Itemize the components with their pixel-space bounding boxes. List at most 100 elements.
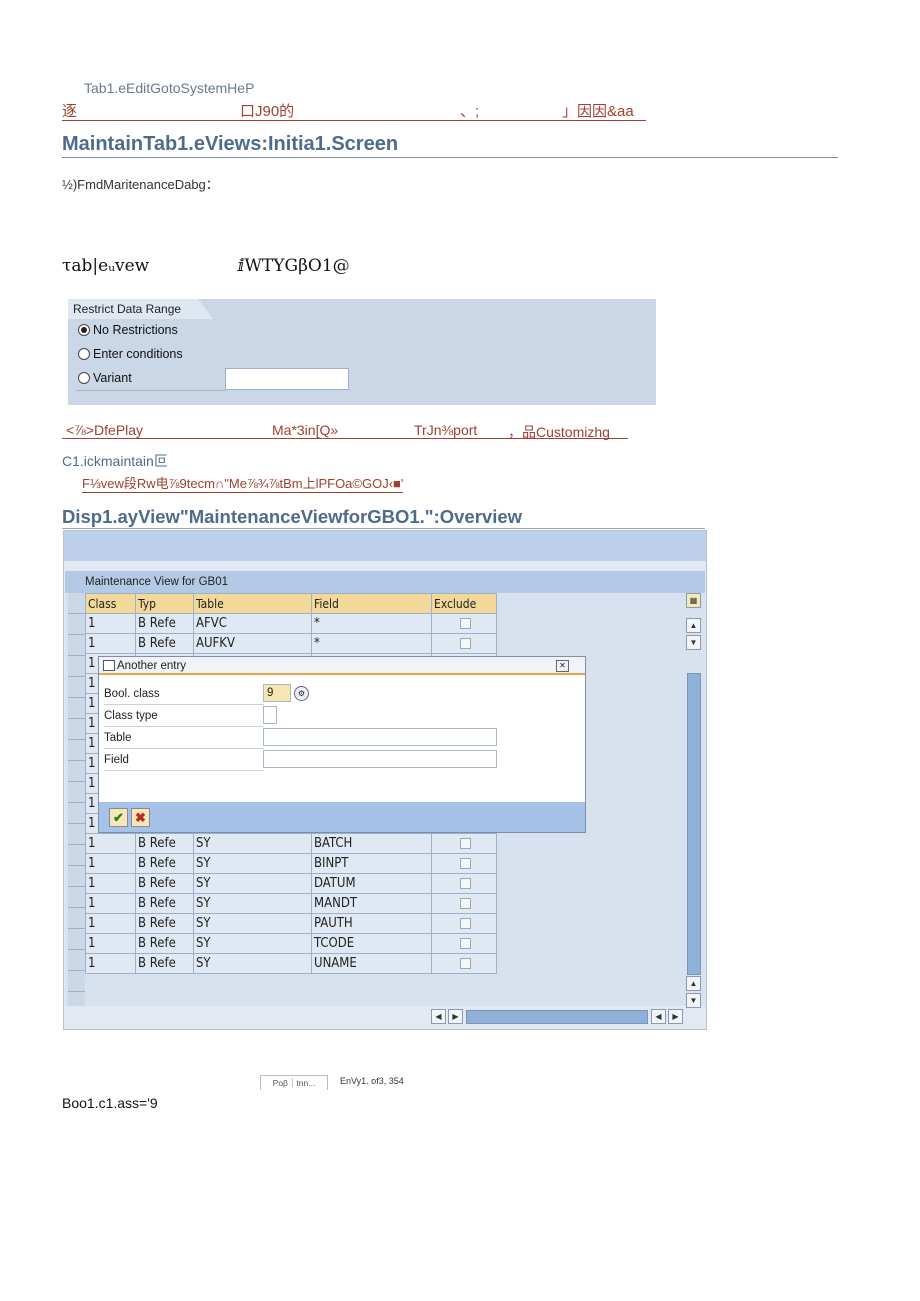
table-cell[interactable]: AFVC [193,613,312,634]
table-input[interactable] [263,728,497,746]
exclude-checkbox[interactable] [460,618,471,629]
scroll-left-icon[interactable]: ◀ [431,1009,446,1024]
table-cell[interactable]: 1 [85,633,136,654]
scroll-down-icon[interactable]: ▼ [686,993,701,1008]
table-row[interactable]: 1B Refe SY BATCH [85,833,497,854]
table-cell[interactable]: SY [193,853,312,874]
table-row[interactable]: 1B Refe AFVC * [85,613,497,634]
exclude-checkbox[interactable] [460,958,471,969]
table-cell[interactable]: TCODE [311,933,432,954]
table-row[interactable]: 1B Refe SY DATUM [85,873,497,894]
table-row[interactable]: 1B Refe SY TCODE [85,933,497,954]
value-help-icon[interactable]: ⚙ [294,686,309,701]
menu-bar[interactable]: Tab1.eEditGotoSystemHeP [84,80,254,96]
bool-class-input[interactable]: 9 [263,684,291,702]
radio-variant[interactable]: Variant [78,371,132,385]
type-cell[interactable]: B Refe [135,913,194,934]
table-cell[interactable]: 1 [85,833,136,854]
table-cell[interactable]: * [311,613,432,634]
variant-input[interactable] [225,368,349,390]
customizing-button[interactable]: ，品Customizhg [508,422,610,442]
table-row[interactable]: 1B Refe SY BINPT [85,853,497,874]
maintenance-view-screenshot: Maintenance View for GB01 Class Typ Tabl… [63,530,707,1030]
radio-no-restrictions[interactable]: No Restrictions [78,323,178,337]
table-cell[interactable]: 1 [85,873,136,894]
scroll-right-icon[interactable]: ▶ [668,1009,683,1024]
transport-button[interactable]: TrJn⅜port [414,422,477,438]
display-button[interactable]: <⅞>DfePlay [66,422,143,438]
table-cell[interactable]: SY [193,933,312,954]
exclude-checkbox[interactable] [460,878,471,889]
column-config-icon[interactable]: ▦ [686,593,701,608]
position-button[interactable]: Poβ｜tnn... [260,1075,328,1090]
scroll-down-icon[interactable]: ▼ [686,635,701,650]
table-cell[interactable]: AUFKV [193,633,312,654]
table-view-input[interactable]: ⅈWTYGβO1@ [238,256,350,276]
horizontal-scrollbar[interactable]: ◀ ▶ ◀ ▶ [431,1009,684,1025]
radio-enter-conditions[interactable]: Enter conditions [78,347,183,361]
vertical-scrollbar[interactable]: ▦ ▲ ▼ ▲ ▼ [686,593,701,1008]
class-type-input[interactable] [263,706,277,724]
scroll-left-icon[interactable]: ◀ [651,1009,666,1024]
restrict-tab[interactable]: Restrict Data Range [68,299,213,319]
confirm-check-icon[interactable]: ✔ [109,808,128,827]
table-cell[interactable]: SY [193,833,312,854]
table-cell[interactable]: 1 [85,913,136,934]
column-header[interactable]: Field [311,593,432,614]
table-cell[interactable]: SY [193,873,312,894]
row-selector-column[interactable] [68,593,85,1006]
column-header[interactable]: Class [85,593,136,614]
type-cell[interactable]: B Refe [135,893,194,914]
table-cell[interactable]: 1 [85,613,136,634]
type-cell[interactable]: B Refe [135,633,194,654]
table-view-label: τab|eᵤvew [62,256,150,276]
type-cell[interactable]: B Refe [135,613,194,634]
table-cell[interactable]: DATUM [311,873,432,894]
toolbar-mid[interactable]: 口J90的 [240,100,294,121]
toolbar-left[interactable]: 逐 [62,100,77,121]
table-row[interactable]: 1B Refe SY PAUTH [85,913,497,934]
type-cell[interactable]: B Refe [135,833,194,854]
table-cell[interactable]: * [311,633,432,654]
table-cell[interactable]: PAUTH [311,913,432,934]
table-cell[interactable]: SY [193,893,312,914]
exclude-checkbox[interactable] [460,938,471,949]
table-cell[interactable]: BINPT [311,853,432,874]
exclude-checkbox[interactable] [460,638,471,649]
field-input[interactable] [263,750,497,768]
exclude-checkbox[interactable] [460,918,471,929]
table-row[interactable]: 1B Refe AUFKV * [85,633,497,654]
cancel-x-icon[interactable]: ✖ [131,808,150,827]
table-cell[interactable]: BATCH [311,833,432,854]
type-cell[interactable]: B Refe [135,873,194,894]
fview-link[interactable]: F⅓vew段Rw电⅞9tecm∩"Me⅞¾⅞tBm上lPFOa©GOJ‹■' [82,473,404,493]
type-cell[interactable]: B Refe [135,933,194,954]
table-cell[interactable]: 1 [85,953,136,974]
table-cell[interactable]: MANDT [311,893,432,914]
table-cell[interactable]: SY [193,953,312,974]
table-row[interactable]: 1B Refe SY MANDT [85,893,497,914]
hscroll-track[interactable] [466,1010,648,1024]
scroll-track[interactable] [687,673,701,975]
column-header[interactable]: Exclude [431,593,497,614]
panel-title: Maintenance View for GB01 [65,571,705,593]
maintain-button[interactable]: Ma*3in[Q» [272,422,338,438]
table-cell[interactable]: 1 [85,893,136,914]
scroll-up-icon[interactable]: ▲ [686,618,701,633]
column-header[interactable]: Typ [135,593,194,614]
table-cell[interactable]: SY [193,913,312,934]
column-header[interactable]: Table [193,593,312,614]
exclude-checkbox[interactable] [460,898,471,909]
table-cell[interactable]: 1 [85,933,136,954]
close-icon[interactable]: ✕ [556,660,569,672]
type-cell[interactable]: B Refe [135,953,194,974]
table-cell[interactable]: 1 [85,853,136,874]
exclude-checkbox[interactable] [460,838,471,849]
exclude-checkbox[interactable] [460,858,471,869]
scroll-right-icon[interactable]: ▶ [448,1009,463,1024]
type-cell[interactable]: B Refe [135,853,194,874]
scroll-up-icon[interactable]: ▲ [686,976,701,991]
table-cell[interactable]: UNAME [311,953,432,974]
table-row[interactable]: 1B Refe SY UNAME [85,953,497,974]
toolbar-right[interactable]: 」因因&aa [562,100,634,121]
